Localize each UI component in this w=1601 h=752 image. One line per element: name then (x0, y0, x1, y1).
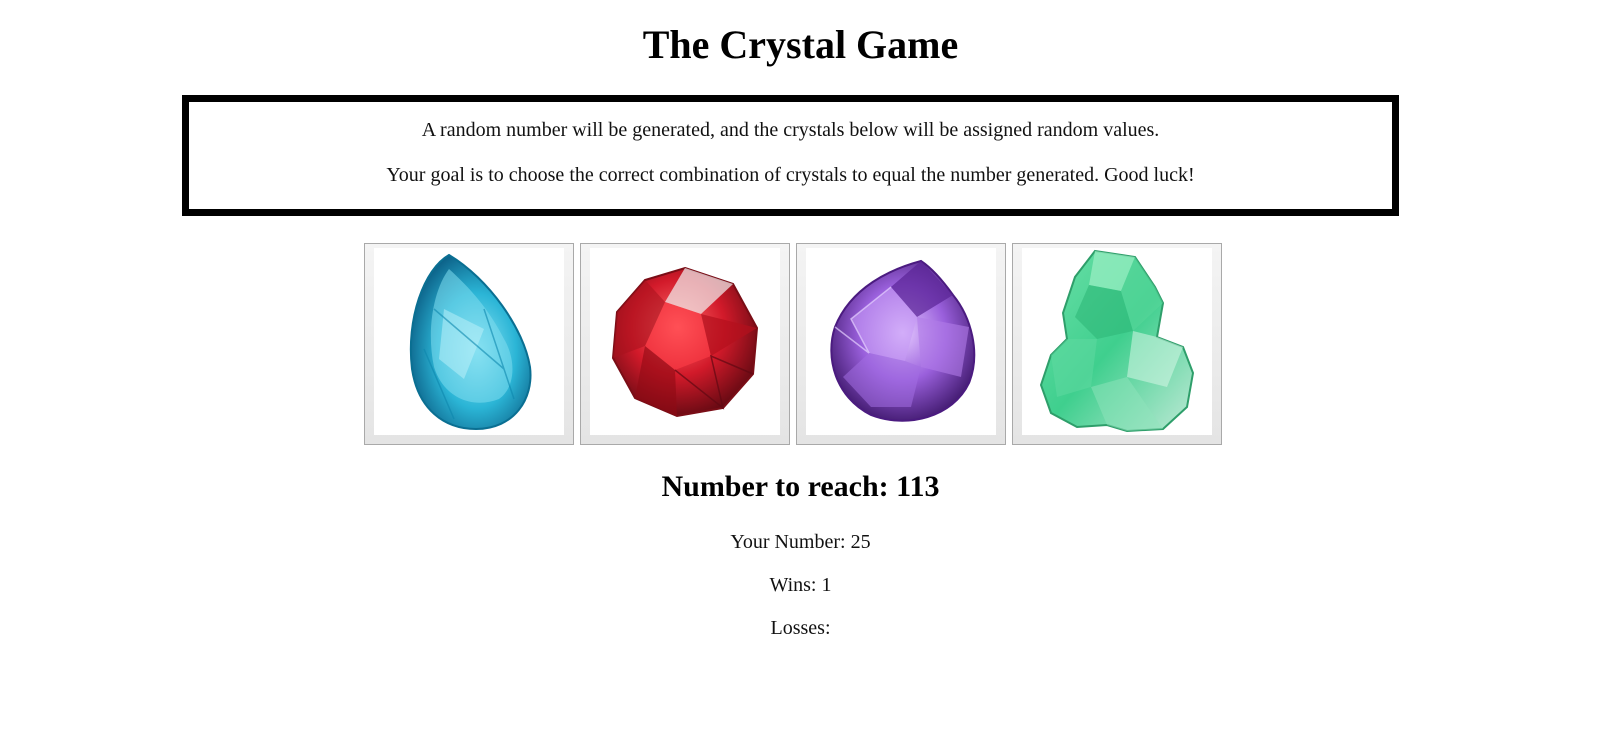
losses-label: Losses: (770, 617, 831, 639)
your-number-text: Your Number: 25 (0, 531, 1601, 554)
crystal-green-image (1022, 248, 1212, 435)
your-number-label: Your Number: (730, 531, 846, 553)
crystal-purple-button[interactable] (796, 243, 1006, 445)
crystal-blue-button[interactable] (364, 243, 574, 445)
instructions-line-1: A random number will be generated, and t… (421, 119, 1160, 141)
wins-label: Wins: (769, 574, 817, 596)
page-title: The Crystal Game (642, 22, 959, 67)
instructions-box: A random number will be generated, and t… (182, 95, 1399, 216)
losses-text: Losses: (0, 617, 1601, 640)
red-crystal-icon (611, 266, 759, 417)
crystal-red-button[interactable] (580, 243, 790, 445)
crystal-red-image (590, 248, 780, 435)
crystal-row (364, 243, 1222, 445)
blue-crystal-icon (409, 253, 532, 431)
green-crystal-icon (1039, 249, 1195, 432)
page: The Crystal Game A random number will be… (0, 0, 1601, 752)
target-label: Number to reach: (661, 470, 889, 503)
crystal-green-button[interactable] (1012, 243, 1222, 445)
target-value: 113 (896, 470, 940, 503)
wins-text: Wins: 1 (0, 574, 1601, 597)
wins-value: 1 (821, 574, 832, 596)
purple-crystal-icon (830, 259, 976, 422)
crystal-purple-image (806, 248, 996, 435)
target-number-heading: Number to reach: 113 (0, 470, 1601, 504)
instructions-line-2: Your goal is to choose the correct combi… (386, 164, 1195, 186)
crystal-blue-image (374, 248, 564, 435)
your-number-value: 25 (850, 531, 871, 553)
